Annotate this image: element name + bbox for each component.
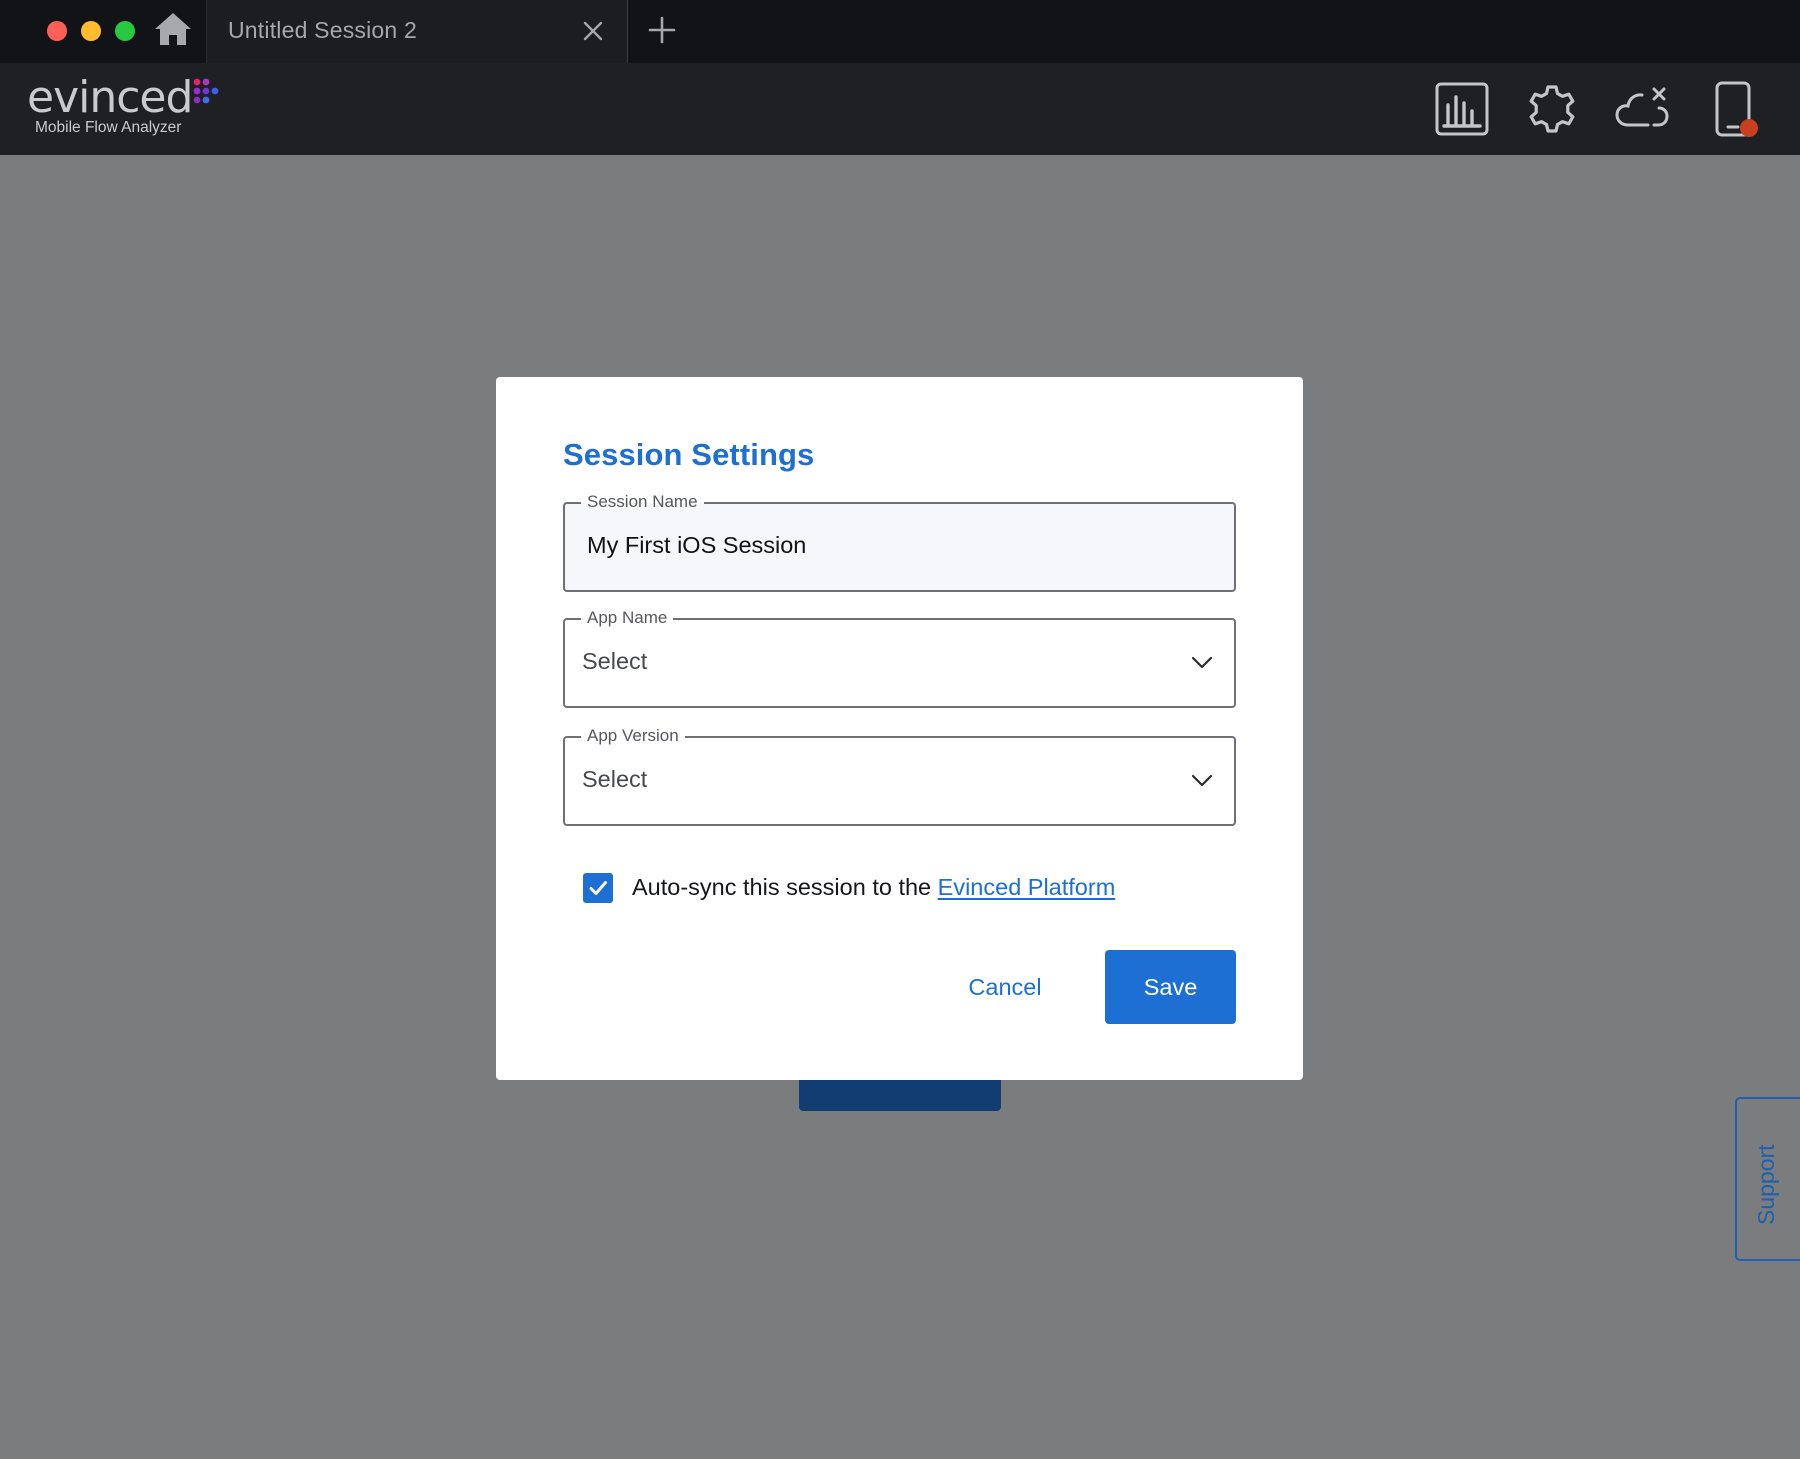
app-name-select[interactable]: App Name Select xyxy=(563,607,1236,708)
logo-mark-icon xyxy=(193,78,219,104)
save-button[interactable]: Save xyxy=(1105,950,1236,1024)
home-icon[interactable] xyxy=(153,11,193,47)
session-name-label: Session Name xyxy=(581,491,704,513)
title-bar: Untitled Session 2 xyxy=(0,0,1800,63)
app-version-label: App Version xyxy=(581,725,685,747)
auto-sync-checkbox[interactable] xyxy=(583,873,613,903)
dialog-title: Session Settings xyxy=(563,437,815,472)
session-settings-dialog: Session Settings Session Name My First i… xyxy=(496,377,1303,1080)
chevron-down-icon xyxy=(1191,774,1213,787)
session-name-input[interactable]: My First iOS Session xyxy=(587,532,806,559)
app-header: evinced Mobile Flow Analyzer xyxy=(0,63,1800,155)
support-tab[interactable]: Support xyxy=(1735,1097,1800,1261)
cloud-off-icon[interactable] xyxy=(1614,81,1670,137)
auto-sync-text: Auto-sync this session to the xyxy=(632,874,938,900)
mobile-device-icon[interactable] xyxy=(1708,81,1764,137)
app-window: Untitled Session 2 evinced Mobile Flow A… xyxy=(0,0,1800,1459)
app-version-select[interactable]: App Version Select xyxy=(563,725,1236,826)
logo-subtitle: Mobile Flow Analyzer xyxy=(35,119,182,136)
session-name-field[interactable]: Session Name My First iOS Session xyxy=(563,491,1236,592)
window-minimize-button[interactable] xyxy=(81,21,101,41)
chevron-down-icon xyxy=(1191,656,1213,669)
logo: evinced xyxy=(27,72,193,123)
app-name-label: App Name xyxy=(581,607,674,629)
checkmark-icon xyxy=(589,881,607,895)
evinced-platform-link[interactable]: Evinced Platform xyxy=(938,874,1116,900)
support-label: Support xyxy=(1753,1144,1779,1225)
gear-icon[interactable] xyxy=(1524,81,1580,137)
close-icon[interactable] xyxy=(581,19,605,43)
window-close-button[interactable] xyxy=(47,21,67,41)
tab-divider xyxy=(627,0,628,63)
tab-session[interactable]: Untitled Session 2 xyxy=(207,0,627,63)
plus-icon[interactable] xyxy=(648,16,676,44)
auto-sync-label: Auto-sync this session to the Evinced Pl… xyxy=(632,874,1115,901)
app-version-value: Select xyxy=(582,766,648,792)
tab-title: Untitled Session 2 xyxy=(228,17,417,43)
app-name-value: Select xyxy=(582,648,648,674)
cancel-button[interactable]: Cancel xyxy=(955,950,1055,1024)
window-maximize-button[interactable] xyxy=(115,21,135,41)
bar-chart-icon[interactable] xyxy=(1434,81,1490,137)
